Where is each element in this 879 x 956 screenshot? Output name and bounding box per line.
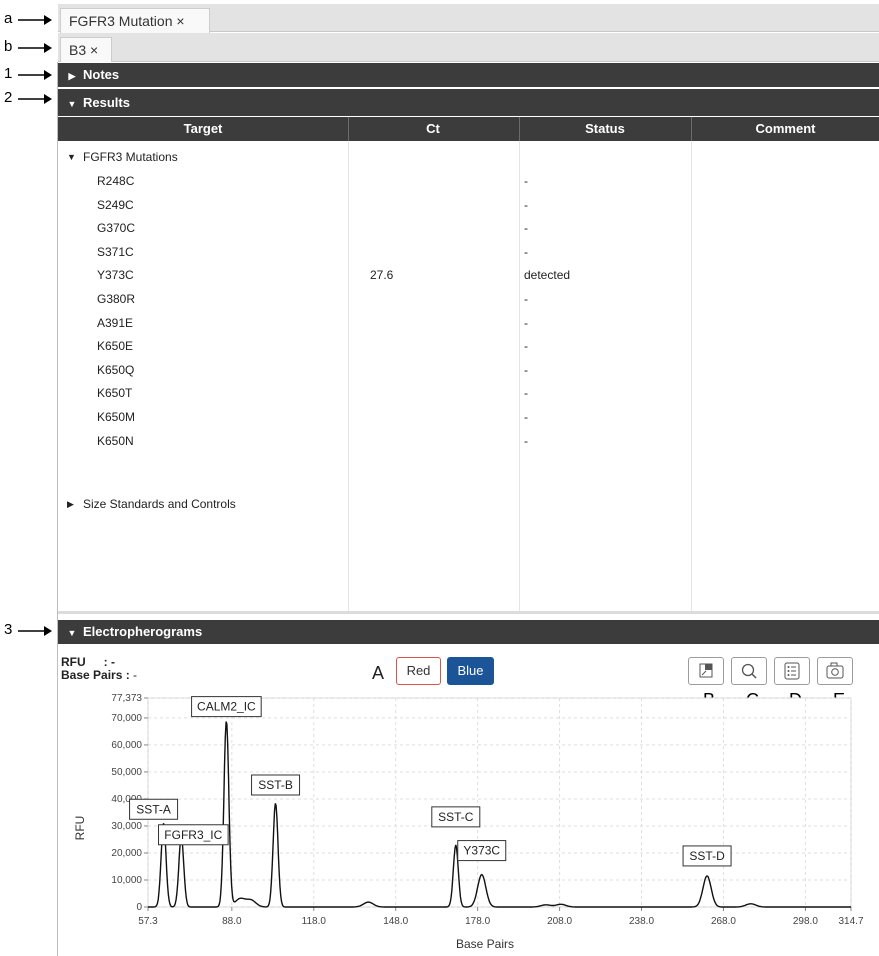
peak-label: SST-C [431,806,481,828]
x-tick-label: 238.0 [629,916,654,927]
x-tick-label: 118.0 [302,916,327,927]
x-tick-label: 208.0 [547,916,572,927]
peak-label-text: CALM2_IC [197,700,256,714]
y-tick-label: 30,000 [111,821,142,832]
peak-label: SST-B [251,774,301,796]
peak-label-text: Y373C [463,844,500,858]
peak-label-text: SST-C [438,810,474,824]
y-tick-label: 77,373 [111,693,142,704]
peak-label: CALM2_IC [191,696,262,718]
peak-label-text: SST-D [689,849,725,863]
peak-label: SST-A [129,798,179,820]
peak-label: FGFR3_IC [158,824,229,846]
peak-label-text: FGFR3_IC [164,828,222,842]
y-tick-label: 60,000 [111,740,142,751]
electropherogram-chart[interactable]: 010,00020,00030,00040,00050,00060,00070,… [0,0,879,956]
y-tick-label: 0 [136,902,142,913]
y-tick-label: 50,000 [111,767,142,778]
y-axis-title: RFU [73,816,87,841]
x-tick-label: 178.0 [465,916,490,927]
x-tick-label: 148.0 [383,916,408,927]
y-tick-label: 20,000 [111,848,142,859]
peak-label: Y373C [457,840,507,862]
peak-label-text: SST-A [136,802,171,816]
x-tick-label: 298.0 [793,916,818,927]
y-tick-label: 70,000 [111,713,142,724]
x-tick-label: 57.3 [138,916,158,927]
plot-area [147,697,852,908]
peak-label-text: SST-B [258,778,293,792]
x-tick-label: 88.0 [222,916,242,927]
peak-label: SST-D [682,845,732,867]
x-tick-label: 314.7 [838,916,863,927]
x-axis-title: Base Pairs [456,937,514,951]
y-tick-label: 10,000 [111,875,142,886]
x-tick-label: 268.0 [711,916,736,927]
